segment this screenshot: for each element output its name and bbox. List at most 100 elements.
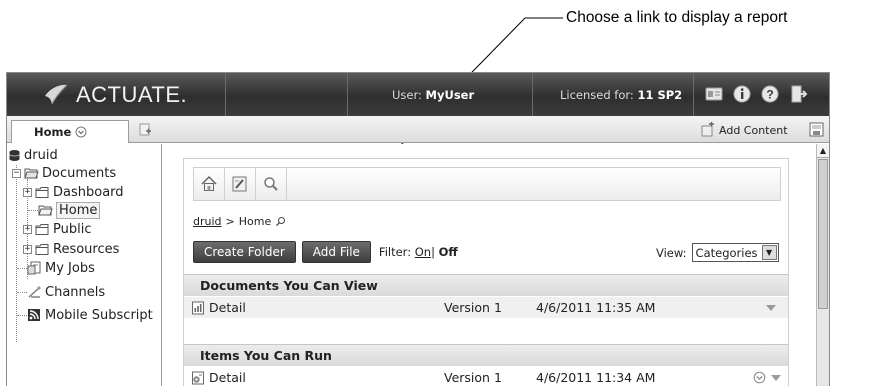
scroll-up-arrow-icon[interactable]: ▲ [817, 144, 829, 158]
logout-icon[interactable] [788, 84, 808, 104]
item-link[interactable]: Detail [209, 370, 246, 385]
sidebar-item-label: Channels [45, 284, 106, 300]
user-info: User: MyUser [392, 88, 474, 102]
item-name[interactable]: Detail [191, 370, 246, 385]
main-content: druid > Home Create Folder Add File Filt… [163, 144, 816, 386]
sidebar-item-channels[interactable]: Channels [27, 283, 105, 301]
view-control: View: Categories ▼ [656, 243, 779, 262]
chevron-down-circle-icon[interactable] [75, 126, 87, 138]
folder-open-icon [38, 205, 53, 215]
scroll-thumb[interactable] [818, 159, 828, 309]
tab-home-label: Home [34, 125, 72, 139]
search-icon[interactable] [275, 216, 286, 227]
sidebar-item-label: Resources [53, 241, 120, 257]
sidebar-item-label: Documents [42, 165, 117, 181]
chevron-down-icon[interactable] [771, 374, 781, 381]
section-header-documents: Documents You Can View [184, 274, 788, 296]
tab-bar: Home Add Content [7, 116, 829, 143]
sidebar-item-home[interactable]: Home [38, 201, 101, 219]
sidebar-item-mobile-subscriptions[interactable]: Mobile Subscript [27, 306, 153, 324]
breadcrumb-separator: > [225, 215, 235, 228]
filter-off: Off [438, 245, 458, 259]
logo-text: ACTUATE. [76, 82, 188, 107]
expand-icon[interactable]: + [23, 187, 32, 197]
sidebar-item-documents[interactable]: − Documents [12, 164, 116, 182]
content-panel: druid > Home Create Folder Add File Filt… [183, 158, 789, 386]
banner-icons: ? [704, 84, 808, 104]
document-link[interactable]: Detail [209, 300, 246, 315]
edit-icon [232, 176, 247, 192]
view-label: View: [656, 245, 687, 260]
dropdown-arrow-icon[interactable]: ▼ [761, 245, 777, 260]
svg-text:?: ? [766, 88, 773, 102]
folder-open-icon [24, 168, 39, 178]
sidebar-item-label: Public [53, 221, 92, 237]
jobs-icon [27, 261, 41, 275]
actuate-logo-icon [45, 84, 68, 105]
banner-divider [225, 73, 226, 116]
sidebar-item-label: My Jobs [45, 260, 95, 276]
filter-label: Filter: [378, 245, 412, 259]
schedule-clock-icon[interactable] [753, 371, 766, 384]
filter-separator: | [431, 245, 435, 259]
profile-card-icon[interactable] [704, 84, 724, 104]
user-name: MyUser [425, 88, 475, 102]
create-folder-button[interactable]: Create Folder [193, 241, 296, 263]
database-icon [9, 149, 20, 161]
chevron-down-icon[interactable] [766, 304, 776, 311]
banner-divider [347, 73, 348, 116]
vertical-scrollbar[interactable]: ▲ [816, 144, 829, 386]
search-button[interactable] [256, 168, 287, 200]
sidebar-item-public[interactable]: + Public [23, 220, 91, 238]
folder-icon [35, 243, 49, 255]
filter-control: Filter: On| Off [379, 245, 458, 259]
table-row[interactable]: Detail Version 1 4/6/2011 11:35 AM [184, 297, 788, 318]
filter-on-link[interactable]: On [415, 245, 431, 259]
sidebar-item-label: Mobile Subscript [45, 307, 153, 323]
banner-divider [693, 73, 694, 116]
executable-report-icon [192, 371, 204, 384]
license-info: Licensed for: 11 SP2 [560, 88, 682, 102]
sidebar-item-label: Home [56, 201, 101, 219]
help-icon[interactable]: ? [760, 84, 780, 104]
report-document-icon [192, 301, 204, 314]
breadcrumb: druid > Home [193, 215, 286, 228]
app-window: ACTUATE. User: MyUser Licensed for: 11 S… [6, 72, 830, 386]
document-date: 4/6/2011 11:35 AM [536, 300, 656, 315]
sidebar-item-label: druid [24, 147, 58, 163]
expand-icon[interactable]: + [23, 244, 32, 254]
document-name[interactable]: Detail [191, 300, 246, 315]
user-label: User: [392, 88, 426, 102]
edit-properties-button[interactable] [225, 168, 256, 200]
info-icon[interactable] [732, 84, 752, 104]
sidebar-item-druid[interactable]: druid [8, 146, 58, 164]
save-layout-icon[interactable] [809, 122, 824, 137]
document-version: Version 1 [444, 300, 502, 315]
add-content-icon [701, 122, 714, 137]
expand-icon[interactable]: + [23, 224, 32, 234]
item-date: 4/6/2011 11:34 AM [536, 370, 656, 385]
sidebar-item-dashboard[interactable]: + Dashboard [23, 183, 124, 201]
row-menu-button[interactable] [766, 304, 776, 311]
banner: ACTUATE. User: MyUser Licensed for: 11 S… [7, 73, 829, 116]
breadcrumb-root-link[interactable]: druid [193, 215, 222, 228]
sidebar-item-resources[interactable]: + Resources [23, 240, 119, 258]
add-file-button[interactable]: Add File [301, 241, 371, 263]
table-row[interactable]: Detail Version 1 4/6/2011 11:34 AM [184, 367, 788, 386]
row-actions [753, 371, 781, 384]
home-icon [201, 175, 217, 191]
home-button[interactable] [194, 168, 225, 200]
toolbar [193, 167, 781, 201]
collapse-icon[interactable]: − [12, 168, 21, 178]
view-select[interactable]: Categories ▼ [691, 243, 779, 262]
add-content-button[interactable]: Add Content [700, 122, 788, 138]
new-tab-icon[interactable] [137, 122, 153, 138]
folder-icon [35, 186, 49, 198]
folder-icon [35, 223, 49, 235]
add-content-label: Add Content [719, 123, 788, 137]
tab-home[interactable]: Home [11, 120, 129, 143]
license-label: Licensed for: [560, 88, 638, 102]
rss-feed-icon [28, 309, 40, 321]
channels-icon [28, 286, 41, 298]
sidebar-item-my-jobs[interactable]: My Jobs [27, 259, 95, 277]
